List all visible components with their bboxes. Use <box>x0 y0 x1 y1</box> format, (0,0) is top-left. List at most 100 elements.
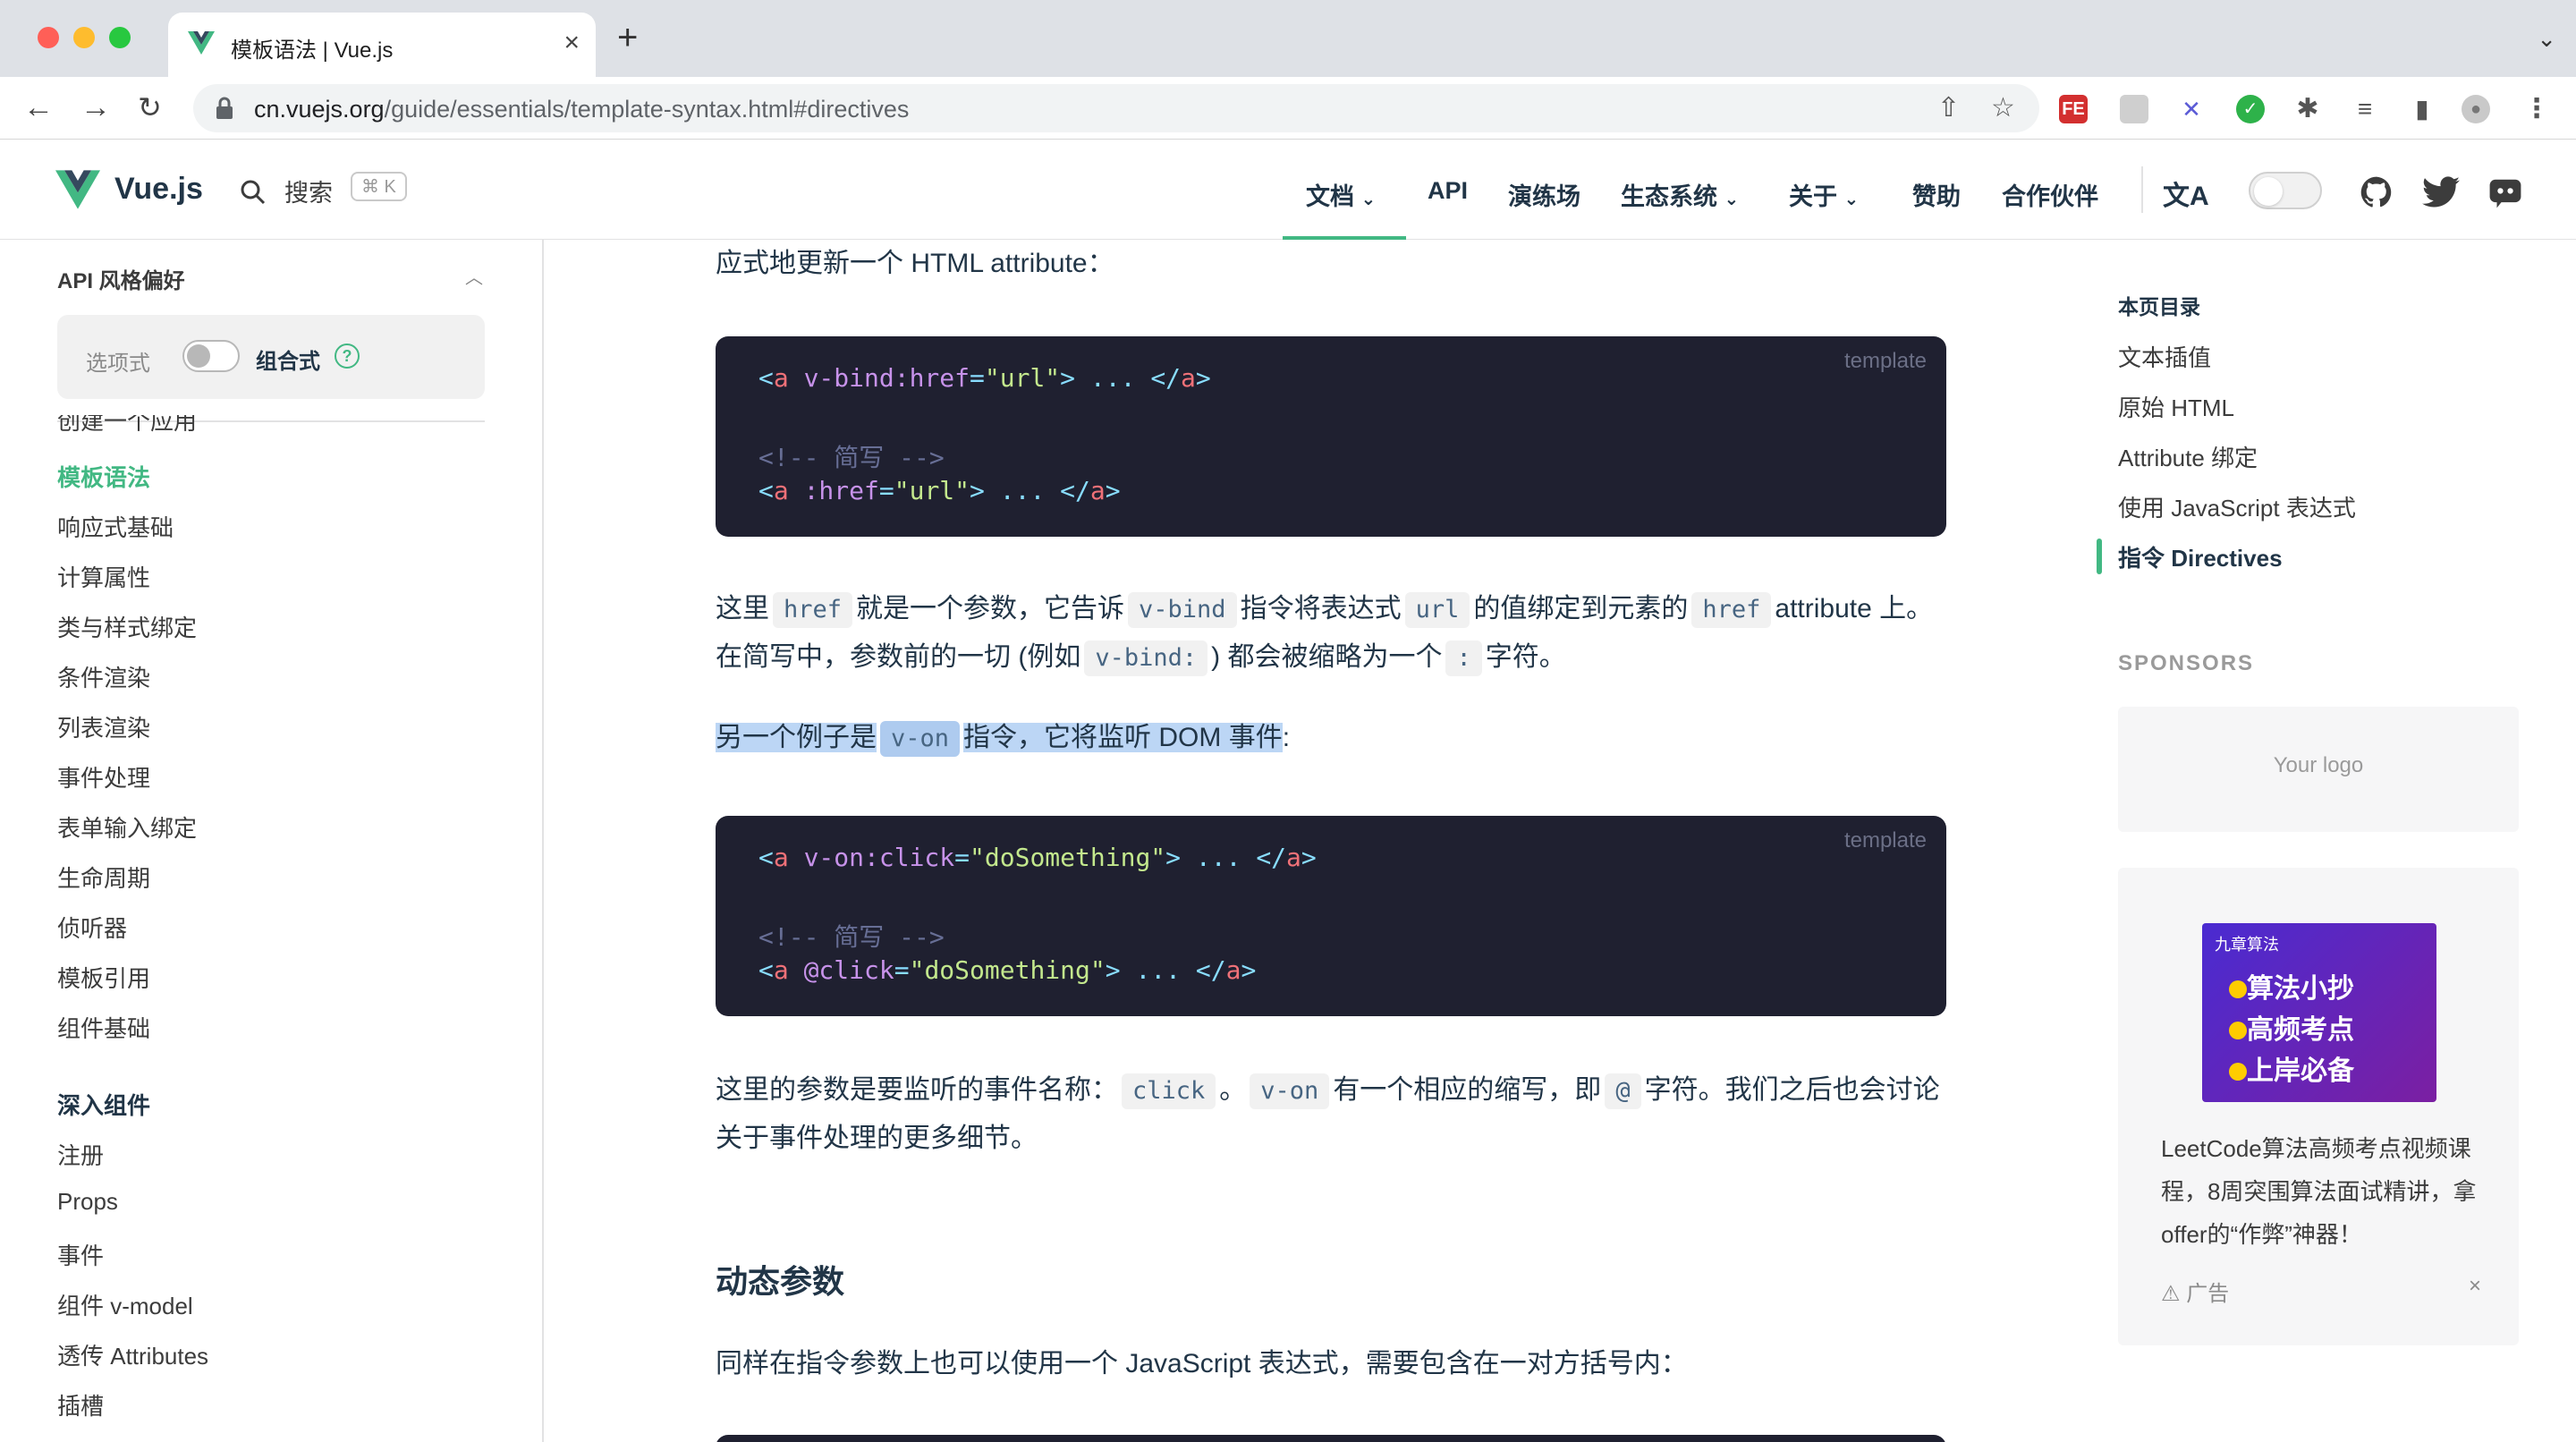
sidebar-item-events[interactable]: 事件 <box>57 1238 104 1271</box>
bookmark-star-icon[interactable]: ☆ <box>1991 95 2015 122</box>
reading-list-icon[interactable]: ≡ <box>2351 95 2379 123</box>
toc-item-directives[interactable]: 指令 Directives <box>2118 540 2283 573</box>
brand-name[interactable]: Vue.js <box>114 172 203 207</box>
code-line: <a v-bind:href="url"> ... </a> <box>758 363 1211 393</box>
search-shortcut: ⌘ K <box>351 172 407 201</box>
sponsor-placeholder[interactable]: Your logo <box>2118 707 2519 832</box>
chevron-down-icon: ⌄ <box>1724 190 1740 209</box>
profile-avatar-icon[interactable]: ● <box>2462 95 2490 123</box>
sidebar-item-registration[interactable]: 注册 <box>57 1138 104 1171</box>
paragraph-event-name: 这里的参数是要监听的事件名称： click。 v-on 有一个相应的缩写，即 @ 字符。我… <box>716 1073 1940 1153</box>
ad-image[interactable]: 九章算法 算法小抄 高频考点 上岸必备 <box>2202 923 2436 1102</box>
translate-icon[interactable]: 文A <box>2163 174 2209 213</box>
browser-tab[interactable]: 模板语法 | Vue.js × <box>168 13 596 77</box>
api-style-switch[interactable] <box>182 340 240 372</box>
code-language-label: template <box>1843 349 1927 373</box>
side-panel-icon[interactable]: ▮ <box>2408 95 2436 123</box>
back-arrow-icon[interactable]: ← <box>23 89 54 125</box>
code-block-partial <box>716 1435 1946 1442</box>
nav-api[interactable]: API <box>1428 177 1468 205</box>
site-header: Vue.js 搜索 ⌘ K 文档 ⌄ API 演练场 生态系统 ⌄ 关于 ⌄ 赞… <box>0 140 2576 240</box>
code-comment: <!-- 简写 --> <box>758 443 945 472</box>
paragraph-argument: 这里 href 就是一个参数，它告诉 v-bind 指令将表达式 url 的值绑定到元素的 h… <box>716 585 1950 682</box>
sidebar-item-conditional[interactable]: 条件渲染 <box>57 660 150 693</box>
sidebar-item-component-basics[interactable]: 组件基础 <box>57 1011 150 1044</box>
nav-docs[interactable]: 文档 ⌄ <box>1306 177 1376 212</box>
sidebar-item-v-model[interactable]: 组件 v-model <box>57 1288 193 1321</box>
api-preference-box: 选项式 组合式 ? <box>57 315 485 399</box>
github-icon[interactable] <box>2360 175 2394 209</box>
sidebar-item-event-handling[interactable]: 事件处理 <box>57 760 150 793</box>
sidebar-item-lifecycle[interactable]: 生命周期 <box>57 861 150 894</box>
nav-sponsor[interactable]: 赞助 <box>1912 177 1961 212</box>
check-extension-icon[interactable]: ✓ <box>2236 95 2265 123</box>
sidebar-item-template-syntax[interactable]: 模板语法 <box>57 460 150 493</box>
sidebar-item-reactivity[interactable]: 响应式基础 <box>57 510 174 543</box>
sidebar-item-forms[interactable]: 表单输入绑定 <box>57 810 197 844</box>
tab-close-icon[interactable]: × <box>564 25 580 61</box>
paragraph-dynamic-arguments: 同样在指令参数上也可以使用一个 JavaScript 表达式，需要包含在一对方括… <box>716 1349 1688 1378</box>
twitter-icon[interactable] <box>2422 175 2460 209</box>
url-text: cn.vuejs.org/guide/essentials/template-s… <box>254 96 910 123</box>
nav-playground[interactable]: 演练场 <box>1508 177 1580 212</box>
code-line: <a :href="url"> ... </a> <box>758 476 1121 505</box>
options-api-label[interactable]: 选项式 <box>86 345 150 377</box>
sidebar-item-slots[interactable]: 插槽 <box>57 1388 104 1421</box>
x-extension-icon[interactable]: ✕ <box>2177 95 2206 123</box>
browser-menu-icon[interactable]: ⋮ <box>2522 95 2551 123</box>
sidebar-item-template-refs[interactable]: 模板引用 <box>57 961 150 994</box>
toc-item-raw-html[interactable]: 原始 HTML <box>2118 390 2234 423</box>
grid-extension-icon[interactable] <box>2120 95 2148 123</box>
sidebar-item-attrs[interactable]: 透传 Attributes <box>57 1338 208 1371</box>
forward-arrow-icon[interactable]: → <box>80 89 111 125</box>
ad-label: ⚠ 广告 <box>2161 1282 2230 1306</box>
new-tab-icon[interactable]: + <box>617 20 638 55</box>
maximize-window-button[interactable] <box>109 27 131 48</box>
toc-item-text-interpolation[interactable]: 文本插值 <box>2118 340 2211 373</box>
toc-item-js-expressions[interactable]: 使用 JavaScript 表达式 <box>2118 490 2356 523</box>
ad-close-icon[interactable]: × <box>2469 1274 2481 1299</box>
sidebar-item-computed[interactable]: 计算属性 <box>57 560 150 593</box>
toc-item-attribute-bindings[interactable]: Attribute 绑定 <box>2118 440 2258 473</box>
code-line: <a v-on:click="doSomething"> ... </a> <box>758 843 1317 872</box>
search-label: 搜索 <box>284 180 333 207</box>
ad-text[interactable]: LeetCode算法高频考点视频课程，8周突围算法面试精讲，拿offer的“作弊… <box>2161 1127 2492 1256</box>
nav-ecosystem[interactable]: 生态系统 ⌄ <box>1621 177 1739 212</box>
sidebar-item-props[interactable]: Props <box>57 1188 118 1216</box>
close-window-button[interactable] <box>38 27 59 48</box>
sidebar-item-watchers[interactable]: 侦听器 <box>57 911 127 944</box>
reload-icon[interactable]: ↻ <box>138 89 162 125</box>
puzzle-extensions-icon[interactable]: ✱ <box>2293 95 2322 123</box>
code-language-label: template <box>1843 828 1927 852</box>
ad-box[interactable]: 九章算法 算法小抄 高频考点 上岸必备 LeetCode算法高频考点视频课程，8… <box>2118 868 2519 1345</box>
sidebar-item-list[interactable]: 列表渲染 <box>57 710 150 743</box>
fe-extension-icon[interactable]: FE <box>2059 95 2088 123</box>
composition-api-label[interactable]: 组合式 <box>256 344 320 375</box>
code-block-v-on: template <a v-on:click="doSomething"> ..… <box>716 816 1946 1016</box>
vue-logo-icon[interactable] <box>55 170 100 209</box>
tab-search-chevron-icon[interactable]: ⌄ <box>2537 25 2556 53</box>
nav-partners[interactable]: 合作伙伴 <box>2002 177 2098 212</box>
paragraph-attribute-update: 应式地更新一个 HTML attribute： <box>716 249 1114 278</box>
code-comment: <!-- 简写 --> <box>758 922 945 952</box>
minimize-window-button[interactable] <box>73 27 95 48</box>
main-content: 应式地更新一个 HTML attribute： template <a v-bi… <box>546 240 2066 1442</box>
search-icon <box>241 180 266 205</box>
code-line: <a @click="doSomething"> ... </a> <box>758 955 1257 985</box>
sidebar-item-create-app[interactable]: 创建一个应用 <box>57 415 197 435</box>
right-aside: 本页目录 文本插值 原始 HTML Attribute 绑定 使用 JavaSc… <box>2066 240 2576 1442</box>
chevron-up-icon[interactable]: ︿ <box>465 263 483 289</box>
discord-icon[interactable] <box>2488 175 2522 209</box>
sun-icon <box>2254 177 2283 206</box>
address-bar[interactable]: cn.vuejs.org/guide/essentials/template-s… <box>193 84 2039 132</box>
share-icon[interactable]: ⇧ <box>1937 95 1960 122</box>
sponsors-title: SPONSORS <box>2118 651 2255 675</box>
api-preference-title: API 风格偏好 <box>57 269 185 293</box>
sidebar-group-components-in-depth: 深入组件 <box>57 1092 151 1119</box>
help-circle-icon[interactable]: ? <box>335 344 360 369</box>
theme-toggle[interactable] <box>2249 172 2322 209</box>
code-block-v-bind: template <a v-bind:href="url"> ... </a> … <box>716 336 1946 537</box>
sidebar-item-class-style[interactable]: 类与样式绑定 <box>57 610 197 643</box>
nav-about[interactable]: 关于 ⌄ <box>1789 177 1859 212</box>
chevron-down-icon: ⌄ <box>1843 190 1860 209</box>
